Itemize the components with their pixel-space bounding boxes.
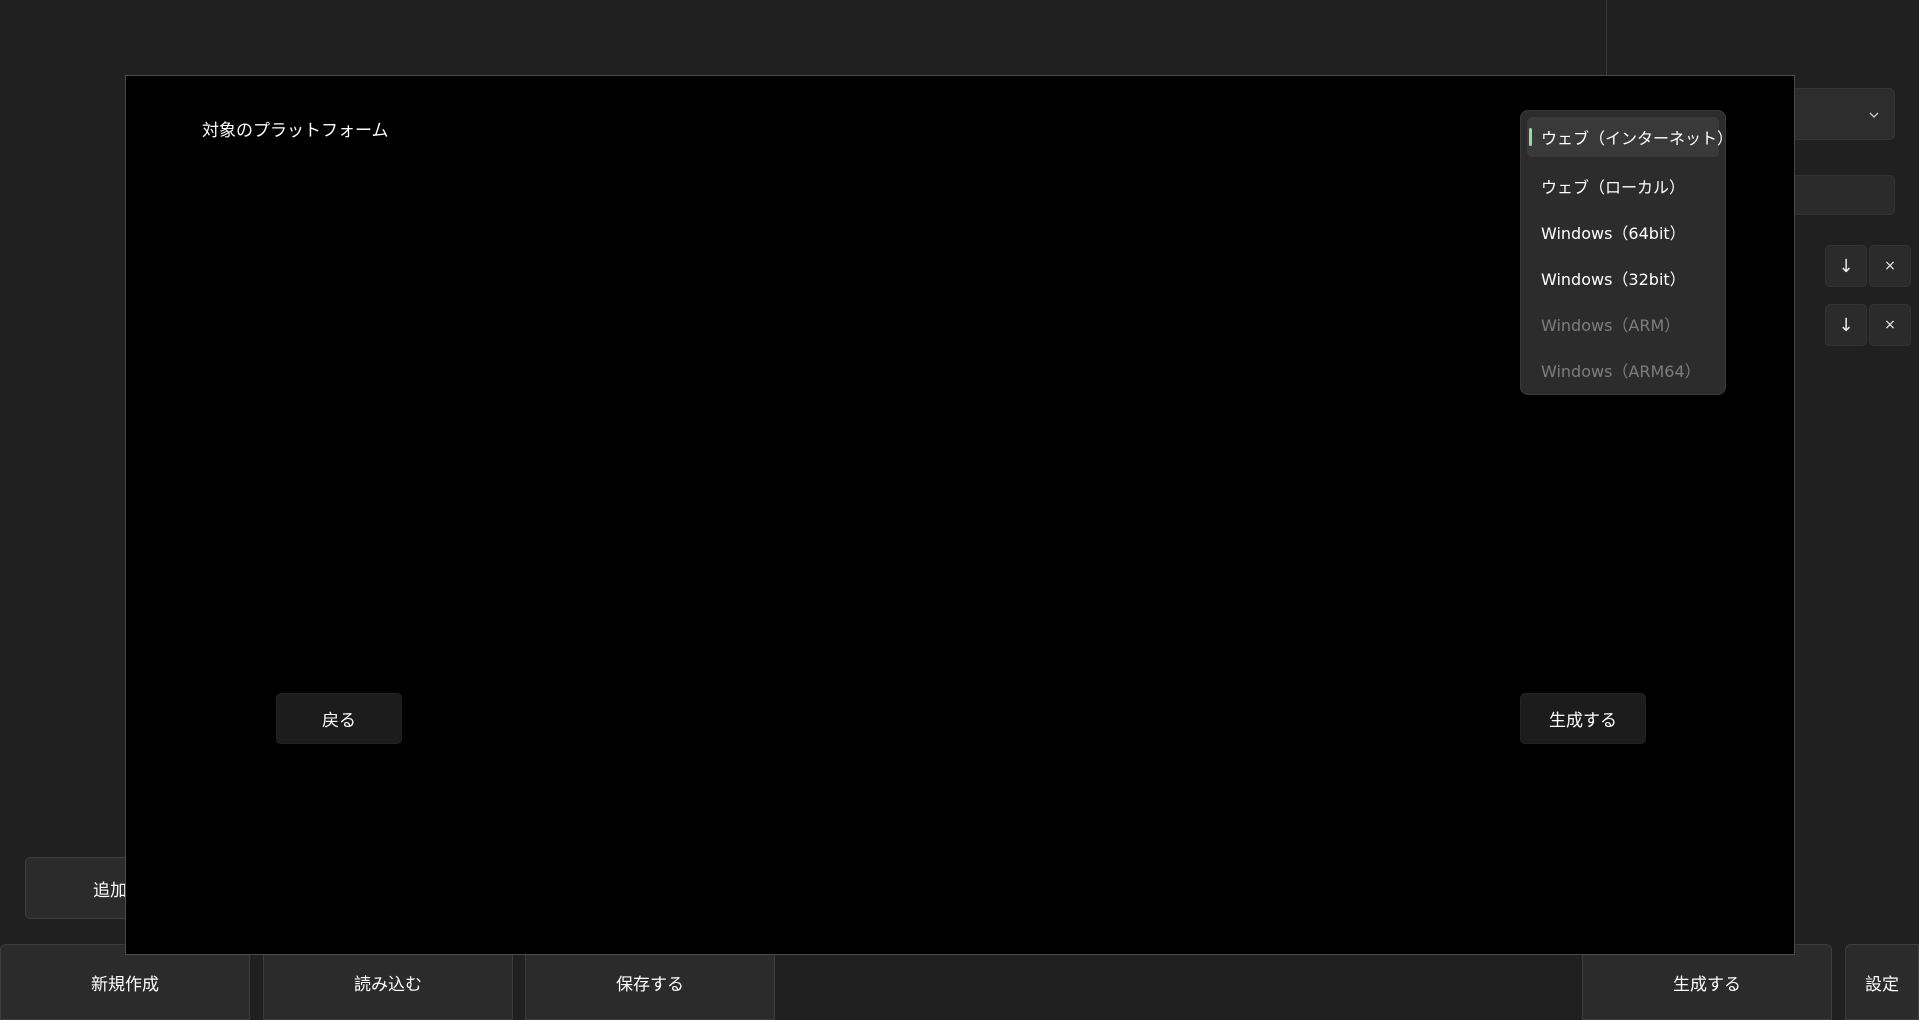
dialog-generate-button-label: 生成する [1549,711,1617,731]
option-label: Windows（ARM） [1541,316,1681,335]
arrow-down-icon: ↓ [1838,314,1854,336]
new-button-label: 新規作成 [91,974,159,995]
save-button[interactable]: 保存する [525,944,775,1020]
arrow-down-icon: ↓ [1838,255,1854,277]
platform-option-web-local[interactable]: ウェブ（ローカル） [1527,163,1719,209]
add-button-label: 追加 [93,880,127,901]
save-button-label: 保存する [616,974,684,995]
option-label: ウェブ（ローカル） [1541,178,1686,197]
platform-option-windows-arm: Windows（ARM） [1527,301,1719,347]
remove-button-1[interactable]: × [1869,245,1911,287]
move-down-button-2[interactable]: ↓ [1825,304,1867,346]
generate-button[interactable]: 生成する [1582,944,1832,1020]
app-window: ↓ × ↓ × 追加 新規作成 読み込む 保存する 生成する 設定 対象のプラッ… [0,0,1919,1020]
dialog-generate-button[interactable]: 生成する [1520,693,1646,744]
move-down-button-1[interactable]: ↓ [1825,245,1867,287]
platform-dropdown: ウェブ（インターネット） ウェブ（ローカル） Windows（64bit） Wi… [1520,110,1733,395]
generate-button-label: 生成する [1673,974,1741,995]
platform-option-windows-arm64: Windows（ARM64） [1527,347,1719,393]
load-button-label: 読み込む [354,974,422,995]
close-icon: × [1884,317,1896,333]
option-label: Windows（ARM64） [1541,362,1701,381]
platform-option-web-internet[interactable]: ウェブ（インターネット） [1527,117,1733,157]
chevron-down-icon [1868,106,1880,125]
remove-button-2[interactable]: × [1869,304,1911,346]
option-label: Windows（32bit） [1541,270,1686,289]
dialog-title: 対象のプラットフォーム [202,121,389,141]
close-icon: × [1884,258,1896,274]
back-button[interactable]: 戻る [276,693,402,744]
new-button[interactable]: 新規作成 [0,944,250,1020]
platform-option-windows-32bit[interactable]: Windows（32bit） [1527,255,1719,301]
option-label: Windows（64bit） [1541,224,1686,243]
settings-button[interactable]: 設定 [1845,944,1919,1020]
settings-button-label: 設定 [1865,974,1899,995]
back-button-label: 戻る [322,711,356,731]
selection-indicator [1529,128,1532,146]
platform-option-windows-64bit[interactable]: Windows（64bit） [1527,209,1719,255]
option-label: ウェブ（インターネット） [1541,129,1734,148]
load-button[interactable]: 読み込む [263,944,513,1020]
